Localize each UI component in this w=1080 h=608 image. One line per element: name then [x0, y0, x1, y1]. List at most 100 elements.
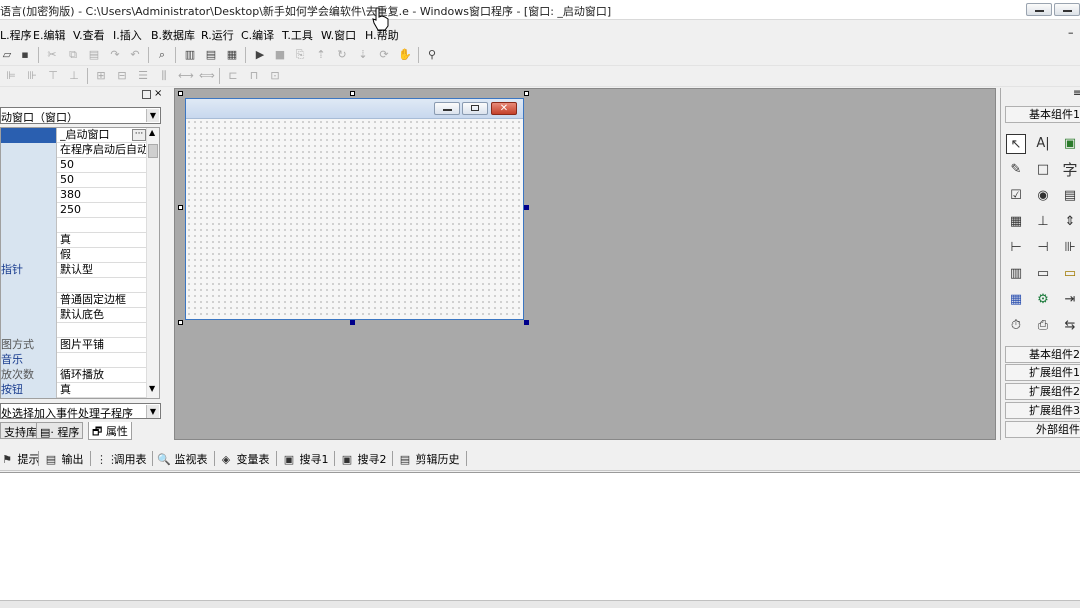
search-icon[interactable]: ⚲: [425, 48, 439, 62]
grid-icon[interactable]: ▥: [1006, 264, 1026, 284]
menu-insert[interactable]: I.插入: [113, 27, 142, 43]
menu-compile[interactable]: C.编译: [241, 27, 274, 43]
menu-window[interactable]: W.窗口: [321, 27, 356, 43]
run-icon[interactable]: ▶: [253, 48, 267, 62]
property-row[interactable]: [1, 218, 147, 233]
radio-icon[interactable]: ◉: [1033, 186, 1053, 206]
scroll-down-icon[interactable]: ▼: [149, 384, 155, 393]
category-extended-2[interactable]: 扩展组件2: [1005, 383, 1080, 400]
pointer-icon[interactable]: ↖: [1006, 134, 1026, 154]
form-close-icon[interactable]: ✕: [491, 102, 517, 115]
tab-control-icon[interactable]: ⇥: [1060, 290, 1080, 310]
editbox-icon[interactable]: ✎: [1006, 160, 1026, 180]
menu-tools[interactable]: T.工具: [282, 27, 313, 43]
same-width-icon[interactable]: ⊏: [226, 69, 240, 83]
date-icon[interactable]: ▭: [1060, 264, 1080, 284]
property-scrollbar[interactable]: ▲ ▼: [146, 128, 159, 398]
property-row[interactable]: 250: [1, 203, 147, 218]
tab-search-1[interactable]: ▣ 搜寻1: [282, 451, 329, 467]
property-row[interactable]: 真: [1, 233, 147, 248]
picturebox-icon[interactable]: □: [1033, 160, 1053, 180]
resize-handle[interactable]: [350, 320, 355, 325]
database-icon[interactable]: ⚙: [1033, 290, 1053, 310]
combobox-icon[interactable]: ▤: [1060, 186, 1080, 206]
panel-close-icon[interactable]: ×: [154, 88, 162, 99]
tab-clip-history[interactable]: ▤ 剪辑历史: [398, 451, 460, 467]
button-icon[interactable]: ▭: [1033, 264, 1053, 284]
panel-restore-icon[interactable]: [142, 90, 151, 99]
space-v-icon[interactable]: ☰: [136, 69, 150, 83]
space-h-icon[interactable]: ⫼: [157, 69, 171, 83]
resize-handle[interactable]: [178, 320, 183, 325]
find-icon[interactable]: ⌕: [155, 48, 169, 62]
copy-icon[interactable]: ⧉: [66, 48, 80, 62]
form-maximize-icon[interactable]: [462, 102, 488, 115]
listbox-icon[interactable]: ▦: [1006, 212, 1026, 232]
form-minimize-icon[interactable]: [434, 102, 460, 115]
resize-handle[interactable]: [524, 320, 529, 325]
picture-icon[interactable]: ▣: [1060, 134, 1080, 154]
step-2-icon[interactable]: ⇡: [314, 48, 328, 62]
mdi-minimize-icon[interactable]: –: [1068, 26, 1074, 39]
category-basic-1[interactable]: 基本组件1: [1005, 106, 1080, 123]
slider-h-icon[interactable]: ⊥: [1033, 212, 1053, 232]
save-icon[interactable]: ▪: [18, 48, 32, 62]
resize-handle[interactable]: [350, 91, 355, 96]
transfer-icon[interactable]: ⇆: [1060, 316, 1080, 336]
hand-icon[interactable]: ✋: [398, 48, 412, 62]
progress-icon[interactable]: ⊪: [1060, 238, 1080, 258]
center-h-icon[interactable]: ⊞: [94, 69, 108, 83]
minimize-button[interactable]: [1026, 3, 1052, 16]
property-row[interactable]: 放次数 循环播放: [1, 368, 147, 383]
align-left-icon[interactable]: ⊫: [4, 69, 18, 83]
output-area[interactable]: [0, 472, 1080, 600]
scroll-thumb[interactable]: [148, 144, 158, 158]
table-icon[interactable]: ▦: [1006, 290, 1026, 310]
tab-call-table[interactable]: ⋮⋮ 调用表: [96, 451, 147, 467]
stop-icon[interactable]: ■: [273, 48, 287, 62]
tab-watch-table[interactable]: 🔍 监视表: [157, 451, 207, 467]
restore-button[interactable]: [1054, 3, 1080, 16]
tab-properties[interactable]: 🗗 属性: [88, 422, 132, 440]
same-height-icon[interactable]: ⊓: [247, 69, 261, 83]
object-selector[interactable]: 动窗口（窗口） ▼: [0, 107, 161, 124]
resize-handle[interactable]: [524, 91, 529, 96]
property-row[interactable]: 50: [1, 173, 147, 188]
category-external[interactable]: 外部组件: [1005, 421, 1080, 438]
height-icon[interactable]: ⟺: [199, 69, 215, 83]
property-row[interactable]: 普通固定边框: [1, 293, 147, 308]
width-icon[interactable]: ⟷: [178, 69, 194, 83]
menu-view[interactable]: V.查看: [73, 27, 105, 43]
paste-icon[interactable]: ▤: [87, 48, 101, 62]
printer-icon[interactable]: ⎙: [1033, 316, 1053, 336]
resize-handle[interactable]: [524, 205, 529, 210]
tab-program[interactable]: ▤· 程序: [36, 422, 84, 439]
scroll-up-icon[interactable]: ▲: [149, 128, 155, 137]
form-client-area[interactable]: [186, 119, 523, 319]
tab-hints[interactable]: ⚑ 提示: [0, 451, 39, 467]
property-row[interactable]: 音乐: [1, 353, 147, 368]
resize-handle[interactable]: [178, 91, 183, 96]
layout-1-icon[interactable]: ▥: [183, 48, 197, 62]
property-row[interactable]: 50: [1, 158, 147, 173]
align-right-icon[interactable]: ⊪: [25, 69, 39, 83]
hscroll-icon[interactable]: ⊢: [1006, 238, 1026, 258]
category-extended-1[interactable]: 扩展组件1: [1005, 364, 1080, 381]
step-1-icon[interactable]: ⎘: [293, 48, 307, 62]
align-top-icon[interactable]: ⊤: [46, 69, 60, 83]
resize-handle[interactable]: [178, 205, 183, 210]
event-selector[interactable]: 处选择加入事件处理子程序 ▼: [0, 403, 161, 420]
menu-run[interactable]: R.运行: [201, 27, 234, 43]
open-icon[interactable]: ▱: [0, 48, 14, 62]
same-size-icon[interactable]: ⊡: [268, 69, 282, 83]
menu-edit[interactable]: E.编辑: [33, 27, 65, 43]
property-row[interactable]: 假: [1, 248, 147, 263]
tab-variable-table[interactable]: ◈ 变量表: [219, 451, 270, 467]
checkbox-icon[interactable]: ☑: [1006, 186, 1026, 206]
menu-database[interactable]: B.数据库: [151, 27, 195, 43]
property-row[interactable]: [1, 323, 147, 338]
redo-icon[interactable]: ↷: [108, 48, 122, 62]
timer-icon[interactable]: ⏱: [1006, 316, 1026, 336]
property-row[interactable]: 图方式 图片平铺: [1, 338, 147, 353]
property-row[interactable]: [1, 278, 147, 293]
